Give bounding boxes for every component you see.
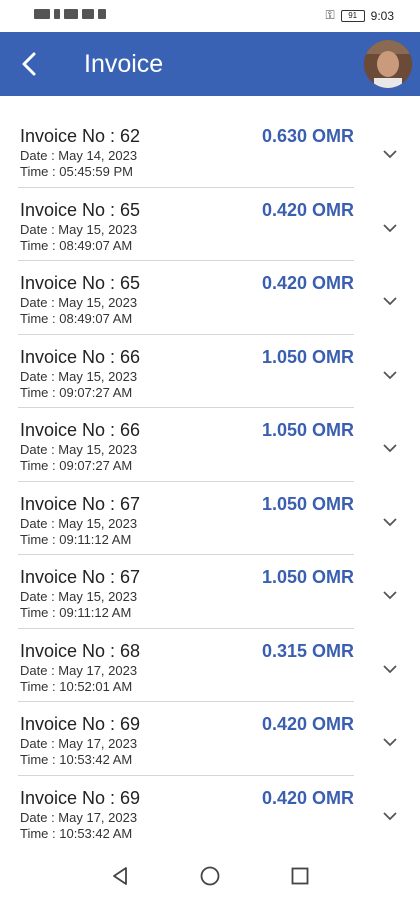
invoice-number: Invoice No : 62 [20, 126, 141, 146]
invoice-item[interactable]: Invoice No : 62 Date : May 14, 2023 Time… [0, 114, 420, 188]
invoice-amount: 0.420 OMR [261, 787, 354, 808]
invoice-amount: 1.050 OMR [261, 420, 354, 440]
invoice-item[interactable]: Invoice No : 68 Date : May 17, 2023 Time… [0, 629, 420, 702]
invoice-date: Date : May 15, 2023 [20, 368, 138, 384]
chevron-down-icon[interactable] [382, 443, 398, 453]
chevron-down-icon[interactable] [382, 370, 398, 380]
app-bar: Invoice [0, 32, 420, 96]
invoice-number: Invoice No : 66 [20, 346, 141, 367]
invoice-date: Date : May 14, 2023 [20, 148, 138, 163]
system-nav-bar [0, 852, 420, 900]
invoice-number: Invoice No : 65 [20, 273, 141, 293]
invoice-amount: 1.050 OMR [261, 346, 354, 367]
invoice-date: Date : May 17, 2023 [20, 736, 138, 751]
back-arrow-icon[interactable] [14, 48, 46, 80]
status-bar: ⚿ 91 9:03 [0, 0, 420, 32]
status-time: 9:03 [370, 8, 394, 23]
sim-icon [34, 9, 50, 19]
hourglass-icon [98, 9, 106, 19]
chevron-down-icon[interactable] [382, 737, 398, 747]
invoice-time: Time : 09:11:12 AM [20, 605, 132, 620]
invoice-number: Invoice No : 65 [20, 199, 141, 220]
invoice-time: Time : 10:53:42 AM [20, 825, 133, 841]
user-photo-icon [364, 40, 412, 88]
status-icons-left [34, 9, 106, 19]
nav-back-icon[interactable] [108, 864, 132, 888]
invoice-item[interactable]: Invoice No : 67 Date : May 15, 2023 Time… [0, 482, 420, 555]
invoice-number: Invoice No : 66 [20, 420, 141, 440]
invoice-date: Date : May 15, 2023 [20, 442, 138, 457]
avatar[interactable] [364, 40, 412, 88]
invoice-time: Time : 09:07:27 AM [20, 458, 133, 473]
invoice-time: Time : 10:52:01 AM [20, 678, 133, 694]
invoice-date: Date : May 15, 2023 [20, 295, 138, 310]
chevron-down-icon[interactable] [382, 590, 398, 600]
key-icon: ⚿ [325, 8, 335, 22]
invoice-number: Invoice No : 69 [20, 787, 141, 808]
chevron-down-icon[interactable] [382, 517, 398, 527]
chevron-down-icon[interactable] [382, 296, 398, 306]
signal-icon [54, 9, 60, 19]
chevron-down-icon[interactable] [382, 811, 398, 821]
invoice-list: Invoice No : 62 Date : May 14, 2023 Time… [0, 114, 420, 849]
status-icons-right: ⚿ 91 9:03 [326, 8, 395, 23]
invoice-item[interactable]: Invoice No : 65 Date : May 15, 2023 Time… [0, 188, 420, 261]
nav-recents-icon[interactable] [288, 864, 312, 888]
invoice-amount: 0.630 OMR [261, 126, 354, 146]
nav-home-icon[interactable] [198, 864, 222, 888]
invoice-time: Time : 10:53:42 AM [20, 752, 133, 767]
invoice-amount: 1.050 OMR [261, 493, 354, 514]
invoice-number: Invoice No : 67 [20, 493, 141, 514]
chevron-down-icon[interactable] [382, 664, 398, 674]
invoice-item[interactable]: Invoice No : 69 Date : May 17, 2023 Time… [0, 702, 420, 776]
invoice-time: Time : 09:07:27 AM [20, 384, 133, 400]
chevron-down-icon[interactable] [382, 149, 398, 159]
invoice-date: Date : May 15, 2023 [20, 221, 138, 237]
invoice-amount: 0.315 OMR [261, 640, 354, 661]
invoice-amount: 1.050 OMR [261, 567, 354, 587]
invoice-number: Invoice No : 67 [20, 567, 141, 587]
invoice-amount: 0.420 OMR [261, 714, 354, 734]
invoice-amount: 0.420 OMR [261, 273, 354, 293]
invoice-number: Invoice No : 69 [20, 714, 141, 734]
invoice-date: Date : May 17, 2023 [20, 809, 138, 825]
signal-strength-icon [64, 9, 78, 19]
invoice-time: Time : 05:45:59 PM [20, 164, 133, 179]
invoice-item[interactable]: Invoice No : 69 Date : May 17, 2023 Time… [0, 776, 420, 850]
page-title: Invoice [84, 50, 164, 78]
invoice-time: Time : 08:49:07 AM [20, 237, 133, 253]
invoice-item[interactable]: Invoice No : 66 Date : May 15, 2023 Time… [0, 408, 420, 482]
invoice-time: Time : 09:11:12 AM [20, 531, 132, 547]
invoice-date: Date : May 17, 2023 [20, 662, 138, 678]
invoice-date: Date : May 15, 2023 [20, 589, 138, 604]
invoice-item[interactable]: Invoice No : 65 Date : May 15, 2023 Time… [0, 261, 420, 335]
invoice-time: Time : 08:49:07 AM [20, 311, 133, 326]
invoice-amount: 0.420 OMR [261, 199, 354, 220]
battery-icon: 91 [340, 9, 365, 22]
invoice-number: Invoice No : 68 [20, 640, 141, 661]
chevron-down-icon[interactable] [382, 223, 398, 233]
invoice-item[interactable]: Invoice No : 67 Date : May 15, 2023 Time… [0, 555, 420, 629]
wifi-icon [82, 9, 94, 19]
invoice-item[interactable]: Invoice No : 66 Date : May 15, 2023 Time… [0, 335, 420, 408]
invoice-date: Date : May 15, 2023 [20, 515, 138, 531]
